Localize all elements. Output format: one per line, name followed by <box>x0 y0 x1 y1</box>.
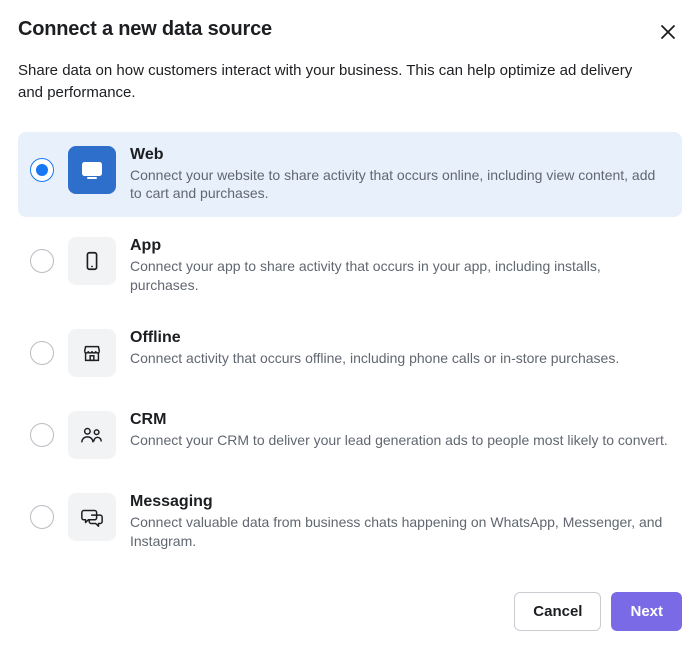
dialog-footer: Cancel Next <box>514 592 682 631</box>
option-web[interactable]: Web Connect your website to share activi… <box>18 132 682 218</box>
option-offline-description: Connect activity that occurs offline, in… <box>130 349 670 368</box>
dialog-subtitle: Share data on how customers interact wit… <box>18 60 658 104</box>
cancel-button[interactable]: Cancel <box>514 592 601 631</box>
close-icon <box>658 22 678 42</box>
option-app-description: Connect your app to share activity that … <box>130 257 670 295</box>
radio-messaging[interactable] <box>30 505 54 529</box>
option-crm-title: CRM <box>130 411 670 429</box>
option-messaging[interactable]: Messaging Connect valuable data from bus… <box>18 479 682 565</box>
option-messaging-description: Connect valuable data from business chat… <box>130 513 670 551</box>
radio-app[interactable] <box>30 249 54 273</box>
radio-crm[interactable] <box>30 423 54 447</box>
next-button[interactable]: Next <box>611 592 682 631</box>
option-web-description: Connect your website to share activity t… <box>130 166 670 204</box>
close-button[interactable] <box>654 18 682 46</box>
radio-offline[interactable] <box>30 341 54 365</box>
option-offline-title: Offline <box>130 329 670 347</box>
people-icon <box>68 411 116 459</box>
option-web-title: Web <box>130 146 670 164</box>
option-crm-description: Connect your CRM to deliver your lead ge… <box>130 431 670 450</box>
option-crm[interactable]: CRM Connect your CRM to deliver your lea… <box>18 397 682 473</box>
chat-icon <box>68 493 116 541</box>
dialog-title: Connect a new data source <box>18 18 272 41</box>
option-app[interactable]: App Connect your app to share activity t… <box>18 223 682 309</box>
desktop-icon <box>68 146 116 194</box>
storefront-icon <box>68 329 116 377</box>
options-list: Web Connect your website to share activi… <box>18 132 682 565</box>
option-offline[interactable]: Offline Connect activity that occurs off… <box>18 315 682 391</box>
radio-web[interactable] <box>30 158 54 182</box>
mobile-icon <box>68 237 116 285</box>
option-messaging-title: Messaging <box>130 493 670 511</box>
option-app-title: App <box>130 237 670 255</box>
